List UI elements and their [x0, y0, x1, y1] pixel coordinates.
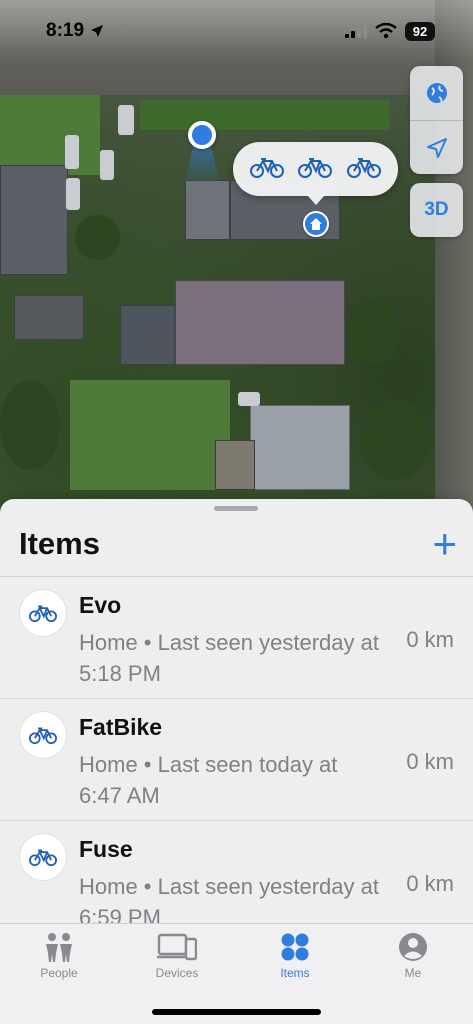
lawn [0, 95, 100, 175]
location-arrow-icon [426, 137, 447, 158]
house [185, 180, 230, 240]
bicycle-icon[interactable] [346, 156, 381, 183]
shed [215, 440, 255, 490]
add-item-button[interactable]: + [432, 523, 457, 565]
devices-icon [157, 933, 197, 961]
items-callout[interactable] [233, 142, 398, 205]
car [100, 150, 114, 180]
person-circle-icon [399, 933, 427, 961]
tab-label: Me [404, 966, 422, 980]
car [65, 135, 79, 169]
items-grid-icon [281, 933, 309, 961]
map-controls-group [410, 66, 463, 174]
bicycle-icon [29, 605, 57, 622]
car [66, 178, 80, 210]
signal-icon [345, 25, 367, 38]
item-subtitle: Home • Last seen today at 6:47 AM [79, 752, 338, 808]
bicycle-icon [29, 849, 57, 866]
tab-items[interactable]: Items [236, 932, 354, 980]
car [118, 105, 134, 135]
tree [0, 380, 60, 470]
list-item[interactable]: Evo Home • Last seen yesterday at 5:18 P… [0, 576, 473, 698]
locate-me-button[interactable] [410, 120, 463, 174]
tree [360, 400, 430, 480]
item-distance: 0 km [406, 749, 454, 774]
list-item[interactable]: FatBike Home • Last seen today at 6:47 A… [0, 698, 473, 820]
status-indicators: 92 [345, 21, 435, 41]
item-subtitle: Home • Last seen yesterday at 5:18 PM [79, 630, 379, 686]
tab-people[interactable]: People [0, 932, 118, 980]
item-avatar [20, 834, 66, 880]
item-name: Fuse [79, 836, 133, 862]
item-avatar [20, 712, 66, 758]
home-indicator[interactable] [152, 1009, 321, 1015]
items-list: Evo Home • Last seen yesterday at 5:18 P… [0, 576, 473, 942]
house [250, 405, 350, 490]
status-bar: 8:19 92 [0, 0, 473, 62]
home-pin[interactable] [303, 211, 329, 237]
people-icon [46, 933, 72, 962]
item-distance: 0 km [406, 627, 454, 652]
item-avatar [20, 590, 66, 636]
page-title: Items [19, 526, 100, 561]
globe-icon [426, 83, 447, 103]
clock: 8:19 [46, 20, 85, 41]
house-icon [310, 218, 322, 230]
tab-me[interactable]: Me [354, 932, 472, 980]
item-distance: 0 km [406, 871, 454, 896]
user-location-dot[interactable] [188, 121, 216, 149]
map-controls: 3D [410, 66, 463, 237]
tree [75, 215, 120, 260]
status-time: 8:19 [46, 20, 104, 42]
tab-label: Devices [155, 966, 199, 980]
tab-label: Items [280, 966, 310, 980]
three-d-button[interactable]: 3D [410, 183, 463, 237]
hedge [140, 100, 390, 130]
car [238, 392, 260, 406]
tree [345, 300, 400, 365]
location-services-icon [91, 25, 104, 37]
item-name: FatBike [79, 714, 163, 740]
battery-indicator: 92 [405, 21, 435, 41]
house [0, 165, 68, 275]
map-view[interactable]: 3D [0, 0, 473, 540]
sheet-header: Items + [0, 519, 473, 569]
lawn [70, 380, 230, 490]
wifi-icon [375, 23, 397, 39]
bicycle-icon[interactable] [298, 156, 333, 183]
tab-devices[interactable]: Devices [118, 932, 236, 980]
bicycle-icon [29, 727, 57, 744]
map-style-button[interactable] [410, 66, 463, 120]
tab-label: People [40, 966, 78, 980]
item-name: Evo [79, 592, 122, 618]
house [175, 280, 345, 365]
map-3d-group: 3D [410, 183, 463, 237]
house [120, 305, 175, 365]
sheet-grabber[interactable] [214, 506, 258, 511]
bicycle-icon[interactable] [250, 156, 285, 183]
house [14, 295, 84, 340]
